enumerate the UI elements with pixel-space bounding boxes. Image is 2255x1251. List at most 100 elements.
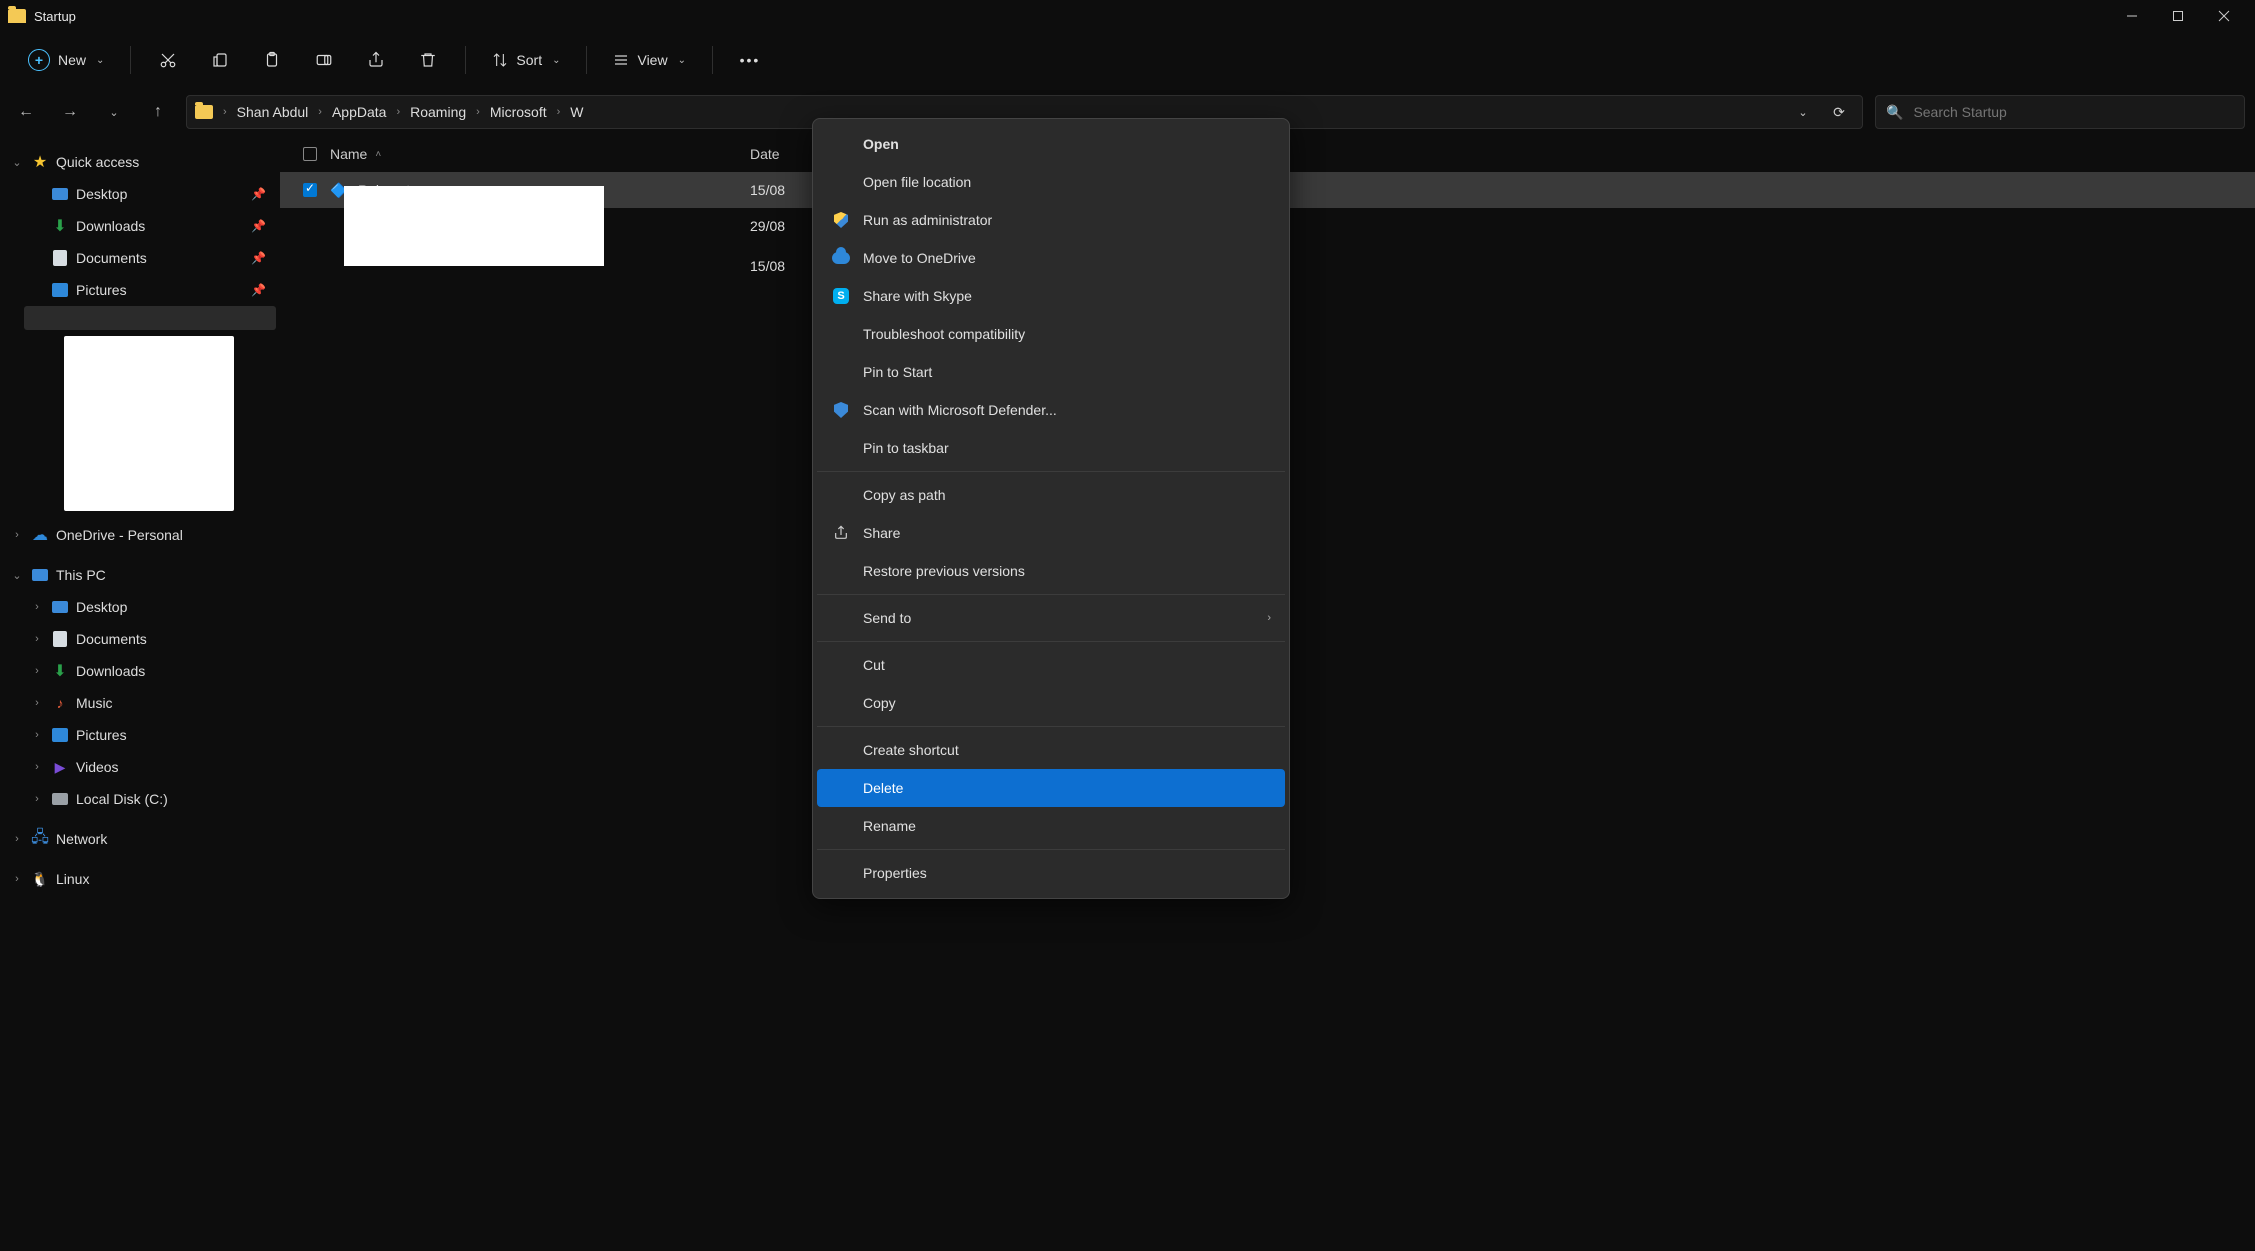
sidebar-item-desktop[interactable]: Desktop📌	[24, 178, 276, 210]
sidebar-item-pictures[interactable]: ›Pictures	[24, 719, 276, 751]
up-button[interactable]: ↑	[142, 96, 174, 128]
column-name[interactable]: Name ˄	[330, 146, 750, 162]
sidebar-item-desktop[interactable]: ›Desktop	[24, 591, 276, 623]
sort-button[interactable]: Sort ⌄	[482, 40, 570, 80]
view-button[interactable]: View ⌄	[603, 40, 695, 80]
ctx-open[interactable]: Open	[817, 125, 1285, 163]
sidebar-item-videos[interactable]: ›▶Videos	[24, 751, 276, 783]
more-button[interactable]: •••	[729, 40, 771, 80]
breadcrumb[interactable]: W	[566, 102, 587, 122]
sidebar-item-label: Documents	[76, 631, 270, 647]
video-icon: ▶	[50, 757, 70, 777]
chevron-right-icon: ›	[1267, 612, 1271, 624]
ctx-restore-versions[interactable]: Restore previous versions	[817, 552, 1285, 590]
refresh-button[interactable]: ⟳	[1824, 97, 1854, 127]
share-button[interactable]	[355, 40, 397, 80]
separator	[817, 726, 1285, 727]
sidebar-linux[interactable]: › 🐧 Linux	[4, 863, 276, 895]
pin-icon: 📌	[251, 251, 266, 265]
ctx-scan-defender[interactable]: Scan with Microsoft Defender...	[817, 391, 1285, 429]
search-box[interactable]: 🔍	[1875, 95, 2245, 129]
pin-icon: 📌	[251, 219, 266, 233]
maximize-button[interactable]	[2155, 0, 2201, 32]
sidebar-network[interactable]: › 🖧 Network	[4, 823, 276, 855]
cloud-icon: ☁	[30, 525, 50, 545]
column-label: Date	[750, 146, 780, 162]
sidebar-item-pictures[interactable]: Pictures📌	[24, 274, 276, 306]
titlebar: Startup	[0, 0, 2255, 32]
ctx-rename[interactable]: Rename	[817, 807, 1285, 845]
chevron-down-icon: ⌄	[96, 55, 104, 66]
breadcrumb-sep: ›	[318, 106, 322, 118]
close-button[interactable]	[2201, 0, 2247, 32]
history-dropdown-button[interactable]: ⌄	[1788, 97, 1818, 127]
music-icon: ♪	[50, 693, 70, 713]
sidebar-label: Linux	[56, 871, 270, 887]
sidebar-this-pc[interactable]: ⌄ This PC	[4, 559, 276, 591]
chevron-down-icon: ⌄	[678, 55, 686, 66]
breadcrumb[interactable]: Microsoft	[486, 102, 551, 122]
ctx-move-onedrive[interactable]: Move to OneDrive	[817, 239, 1285, 277]
breadcrumb[interactable]: Roaming	[406, 102, 470, 122]
sidebar-item-localdisk[interactable]: ›Local Disk (C:)	[24, 783, 276, 815]
breadcrumb-sep: ›	[557, 106, 561, 118]
document-icon	[50, 248, 70, 268]
star-icon: ★	[30, 152, 50, 172]
ctx-delete[interactable]: Delete	[817, 769, 1285, 807]
breadcrumb[interactable]: AppData	[328, 102, 390, 122]
sidebar-onedrive[interactable]: › ☁ OneDrive - Personal	[4, 519, 276, 551]
forward-button[interactable]: →	[54, 96, 86, 128]
ctx-share-skype[interactable]: SShare with Skype	[817, 277, 1285, 315]
search-input[interactable]	[1913, 104, 2234, 120]
sidebar-quick-access[interactable]: ⌄ ★ Quick access	[4, 146, 276, 178]
sidebar-item-music[interactable]: ›♪Music	[24, 687, 276, 719]
chevron-down-icon: ⌄	[10, 156, 24, 169]
sidebar-item-documents[interactable]: ›Documents	[24, 623, 276, 655]
recent-button[interactable]: ⌄	[98, 96, 130, 128]
ctx-create-shortcut[interactable]: Create shortcut	[817, 731, 1285, 769]
sidebar-item-downloads[interactable]: ⬇Downloads📌	[24, 210, 276, 242]
sidebar-label: Quick access	[56, 154, 270, 170]
column-label: Name	[330, 146, 367, 162]
plus-icon: +	[28, 49, 50, 71]
ctx-troubleshoot[interactable]: Troubleshoot compatibility	[817, 315, 1285, 353]
sidebar-item-label: Music	[76, 695, 270, 711]
cut-button[interactable]	[147, 40, 189, 80]
copy-button[interactable]	[199, 40, 241, 80]
select-all-checkbox[interactable]	[290, 147, 330, 161]
sidebar-item-unknown[interactable]	[24, 306, 276, 330]
sidebar-item-label: Local Disk (C:)	[76, 791, 270, 807]
ctx-pin-start[interactable]: Pin to Start	[817, 353, 1285, 391]
view-label: View	[637, 52, 667, 68]
back-button[interactable]: ←	[10, 96, 42, 128]
ctx-cut[interactable]: Cut	[817, 646, 1285, 684]
paste-button[interactable]	[251, 40, 293, 80]
linux-icon: 🐧	[30, 869, 50, 889]
sidebar-item-downloads[interactable]: ›⬇Downloads	[24, 655, 276, 687]
monitor-icon	[30, 565, 50, 585]
row-checkbox[interactable]	[303, 183, 317, 197]
rename-button[interactable]	[303, 40, 345, 80]
ctx-open-file-location[interactable]: Open file location	[817, 163, 1285, 201]
chevron-right-icon: ›	[30, 761, 44, 773]
sidebar-item-label: Pictures	[76, 727, 270, 743]
ctx-copy-path[interactable]: Copy as path	[817, 476, 1285, 514]
breadcrumb[interactable]: Shan Abdul	[233, 102, 313, 122]
document-icon	[50, 629, 70, 649]
sort-label: Sort	[516, 52, 542, 68]
new-button[interactable]: + New ⌄	[18, 40, 114, 80]
new-label: New	[58, 52, 86, 68]
ctx-run-admin[interactable]: Run as administrator	[817, 201, 1285, 239]
ctx-pin-taskbar[interactable]: Pin to taskbar	[817, 429, 1285, 467]
network-icon: 🖧	[30, 829, 50, 849]
ctx-share[interactable]: Share	[817, 514, 1285, 552]
sidebar: ⌄ ★ Quick access Desktop📌 ⬇Downloads📌 Do…	[0, 136, 280, 1251]
download-icon: ⬇	[50, 216, 70, 236]
sidebar-item-label: Pictures	[76, 282, 245, 298]
ctx-send-to[interactable]: Send to›	[817, 599, 1285, 637]
minimize-button[interactable]	[2109, 0, 2155, 32]
delete-button[interactable]	[407, 40, 449, 80]
ctx-copy[interactable]: Copy	[817, 684, 1285, 722]
sidebar-item-documents[interactable]: Documents📌	[24, 242, 276, 274]
ctx-properties[interactable]: Properties	[817, 854, 1285, 892]
